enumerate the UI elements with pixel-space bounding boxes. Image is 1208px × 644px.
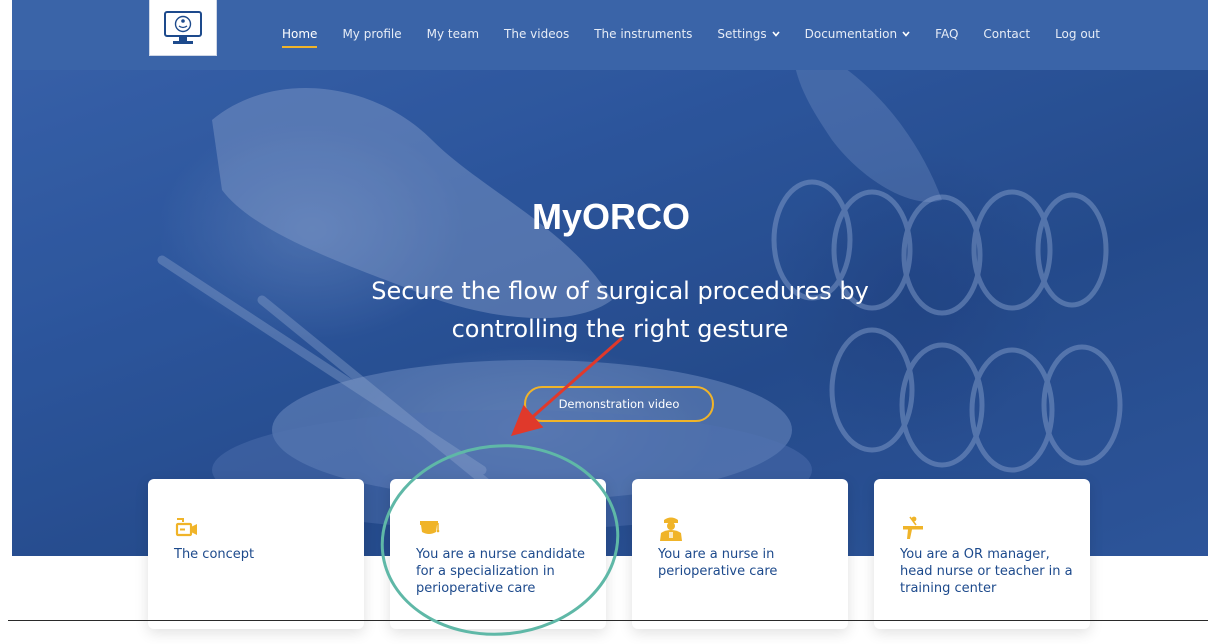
hero-subtitle: Secure the flow of surgical procedures b… bbox=[371, 277, 869, 343]
divider bbox=[8, 620, 1208, 621]
nav-documentation[interactable]: Documentation bbox=[805, 27, 911, 41]
nav-log-out[interactable]: Log out bbox=[1055, 27, 1100, 41]
nav-settings[interactable]: Settings bbox=[717, 27, 780, 41]
monitor-logo-icon bbox=[164, 10, 202, 44]
nav-faq[interactable]: FAQ bbox=[935, 27, 958, 41]
site-logo[interactable] bbox=[149, 0, 217, 56]
card-the-concept[interactable]: The concept bbox=[148, 479, 364, 629]
top-navbar: Home My profile My team The videos The i… bbox=[12, 0, 1208, 70]
nav-my-team[interactable]: My team bbox=[427, 27, 479, 41]
card-label: The concept bbox=[174, 547, 255, 562]
graduation-cap-icon bbox=[420, 521, 440, 534]
demonstration-video-button[interactable]: Demonstration video bbox=[524, 386, 714, 422]
nav-the-instruments[interactable]: The instruments bbox=[594, 27, 692, 41]
card-nurse-candidate[interactable]: You are a nurse candidate for a speciali… bbox=[390, 479, 606, 629]
hero-title: MyORCO bbox=[531, 196, 690, 237]
card-label: You are a nurse candidate for a speciali… bbox=[416, 547, 586, 596]
camera-icon bbox=[175, 518, 197, 537]
nurse-icon bbox=[660, 517, 682, 541]
main-menu: Home My profile My team The videos The i… bbox=[282, 24, 1125, 48]
card-or-manager[interactable]: You are a OR manager, head nurse or teac… bbox=[874, 479, 1090, 629]
nav-home[interactable]: Home bbox=[282, 27, 318, 48]
nav-my-profile[interactable]: My profile bbox=[342, 27, 401, 41]
chevron-down-icon bbox=[772, 31, 780, 37]
chevron-down-icon bbox=[902, 31, 910, 37]
card-label: You are a nurse in perioperative care bbox=[658, 547, 778, 579]
nav-the-videos[interactable]: The videos bbox=[504, 27, 569, 41]
teacher-icon bbox=[903, 516, 923, 539]
card-label: You are a OR manager, head nurse or teac… bbox=[900, 547, 1073, 596]
nav-contact[interactable]: Contact bbox=[983, 27, 1030, 41]
card-nurse-perioperative[interactable]: You are a nurse in perioperative care bbox=[632, 479, 848, 629]
